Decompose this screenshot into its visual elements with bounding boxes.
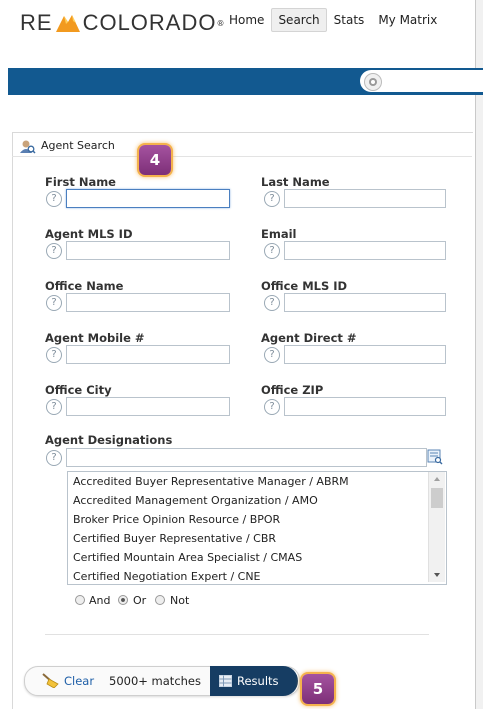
email-field[interactable]: [284, 241, 446, 260]
office-mls-id-label: Office MLS ID: [261, 279, 348, 293]
designation-option[interactable]: Certified Negotiation Expert / CNE: [68, 567, 446, 584]
agent-mls-id-label: Agent MLS ID: [45, 227, 133, 241]
results-label: Results: [237, 674, 279, 688]
agent-direct-field[interactable]: [284, 345, 446, 364]
logo-text-right: COLORADO: [82, 10, 217, 35]
agent-search-icon: [18, 138, 36, 157]
designations-scrollbar[interactable]: [428, 472, 445, 582]
clear-broom-icon[interactable]: [41, 672, 61, 691]
first-name-label: First Name: [45, 175, 116, 189]
match-and-radio[interactable]: [75, 595, 85, 605]
designation-option[interactable]: Certified Buyer Representative / CBR: [68, 529, 446, 548]
agent-direct-label: Agent Direct #: [261, 331, 357, 345]
email-label: Email: [261, 227, 297, 241]
match-not-label: Not: [170, 594, 190, 607]
designation-option[interactable]: Certified Mountain Area Specialist / CMA…: [68, 548, 446, 567]
logo-text-left: RE: [20, 10, 53, 35]
office-mls-id-field[interactable]: [284, 293, 446, 312]
designation-option[interactable]: Broker Price Opinion Resource / BPOR: [68, 510, 446, 529]
agent-direct-help-icon[interactable]: ?: [264, 347, 280, 363]
nav-search[interactable]: Search: [271, 8, 327, 32]
step-5-callout: 5: [302, 674, 334, 704]
lookup-list-icon[interactable]: [427, 449, 443, 468]
clear-button[interactable]: Clear: [64, 674, 94, 688]
agent-mobile-help-icon[interactable]: ?: [46, 347, 62, 363]
nav-stats[interactable]: Stats: [327, 8, 372, 32]
office-name-label: Office Name: [45, 279, 124, 293]
office-zip-label: Office ZIP: [261, 383, 324, 397]
step-4-number: 4: [149, 151, 161, 169]
agent-mobile-label: Agent Mobile #: [45, 331, 145, 345]
agent-designations-label: Agent Designations: [45, 433, 173, 447]
agent-mls-id-help-icon[interactable]: ?: [46, 243, 62, 259]
last-name-label: Last Name: [261, 175, 330, 189]
office-name-field[interactable]: [66, 293, 230, 312]
office-mls-id-help-icon[interactable]: ?: [264, 295, 280, 311]
match-not-radio[interactable]: [155, 595, 165, 605]
agent-mls-id-field[interactable]: [66, 241, 230, 260]
last-name-help-icon[interactable]: ?: [264, 191, 280, 207]
results-grid-icon: [219, 675, 232, 690]
last-name-field[interactable]: [284, 189, 446, 208]
agent-designations-filter-field[interactable]: [66, 448, 427, 467]
designation-option[interactable]: Accredited Buyer Representative Manager …: [68, 472, 446, 491]
step-4-callout: 4: [139, 145, 171, 175]
agent-designations-list[interactable]: Accredited Buyer Representative Manager …: [67, 471, 447, 585]
recolorado-logo[interactable]: RE COLORADO ®: [20, 10, 224, 36]
step-5-number: 5: [312, 680, 324, 698]
match-or-label: Or: [133, 594, 147, 607]
office-zip-field[interactable]: [284, 397, 446, 416]
top-nav: Home Search Stats My Matrix: [222, 8, 444, 32]
first-name-field[interactable]: [66, 189, 230, 208]
panel-title: Agent Search: [41, 139, 115, 152]
help-icon[interactable]: [364, 73, 382, 91]
office-city-label: Office City: [45, 383, 112, 397]
office-zip-help-icon[interactable]: ?: [264, 399, 280, 415]
nav-my-matrix[interactable]: My Matrix: [371, 8, 444, 32]
right-edge-panel: [475, 0, 483, 709]
agent-search-panel: [12, 132, 473, 709]
office-name-help-icon[interactable]: ?: [46, 295, 62, 311]
office-city-help-icon[interactable]: ?: [46, 399, 62, 415]
designation-option[interactable]: Accredited Management Organization / AMO: [68, 491, 446, 510]
mountain-logo-icon: [55, 15, 80, 32]
agent-designations-help-icon[interactable]: ?: [46, 450, 62, 466]
first-name-help-icon[interactable]: ?: [46, 191, 62, 207]
office-city-field[interactable]: [66, 397, 230, 416]
divider: [45, 634, 429, 635]
match-or-radio[interactable]: [118, 595, 128, 605]
match-and-label: And: [89, 594, 111, 607]
match-count: 5000+ matches: [109, 674, 201, 688]
email-help-icon[interactable]: ?: [264, 243, 280, 259]
nav-home[interactable]: Home: [222, 8, 271, 32]
agent-mobile-field[interactable]: [66, 345, 230, 364]
